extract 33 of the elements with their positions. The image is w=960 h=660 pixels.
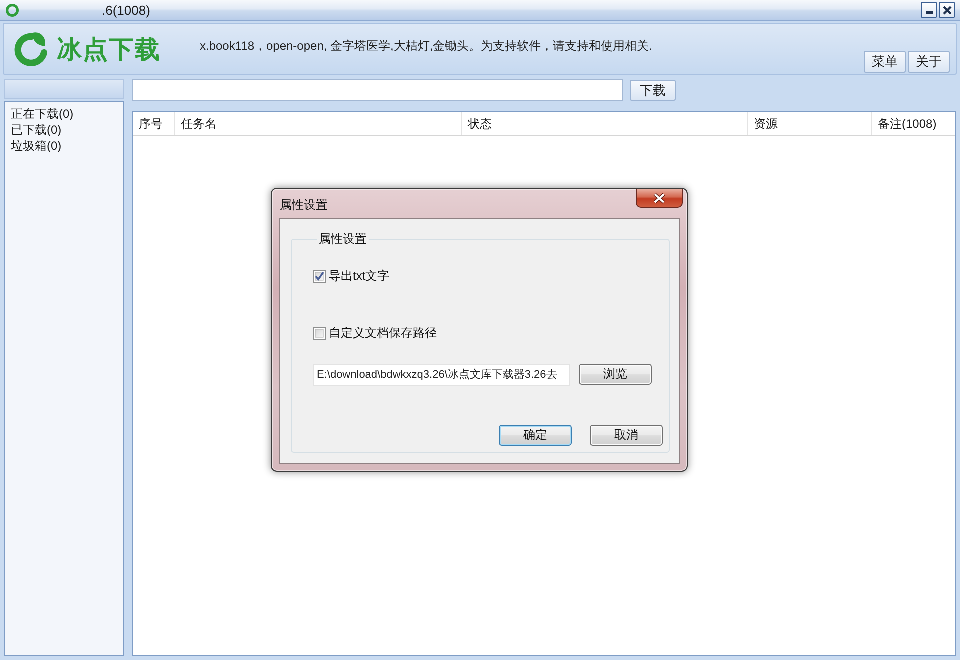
dialog-close-button[interactable] [636, 189, 683, 208]
window-title: .6(1008) [102, 2, 150, 18]
download-button[interactable]: 下载 [630, 80, 676, 101]
column-header[interactable]: 状态 [462, 112, 748, 135]
dialog-button[interactable]: 取消 [590, 425, 663, 446]
close-icon [653, 192, 666, 204]
header-button[interactable]: 菜单 [864, 51, 906, 73]
group-label: 属性设置 [318, 231, 368, 248]
dialog-button[interactable]: 确定 [499, 425, 572, 446]
checkbox[interactable] [313, 327, 326, 340]
sidebar-item[interactable]: 正在下载(0) [11, 106, 74, 122]
close-icon [942, 6, 952, 14]
browse-button[interactable]: 浏览 [579, 364, 652, 385]
url-input-field[interactable] [132, 79, 623, 101]
column-header[interactable]: 任务名 [175, 112, 462, 135]
sidebar-item[interactable]: 已下载(0) [11, 122, 62, 138]
path-input-field[interactable]: E:\download\bdwkxzq3.26\冰点文库下载器3.26去 [313, 364, 570, 386]
dialog-title: 属性设置 [280, 197, 328, 214]
logo-text: 冰点下载 [57, 34, 161, 66]
column-header[interactable]: 备注(1008) [872, 112, 955, 135]
column-header[interactable]: 序号 [133, 112, 175, 135]
logo-icon [14, 30, 48, 68]
column-header[interactable]: 资源 [748, 112, 872, 135]
app-icon [6, 4, 19, 16]
sidebar-item[interactable]: 垃圾箱(0) [11, 138, 62, 154]
minimize-button[interactable] [921, 2, 937, 18]
option-label: 自定义文档保存路径 [329, 325, 437, 342]
option-label: 导出txt文字 [329, 268, 390, 285]
close-button[interactable] [939, 2, 955, 18]
checkbox[interactable] [313, 270, 326, 283]
minimize-icon [926, 11, 932, 14]
header-button[interactable]: 关于 [908, 51, 950, 73]
notice-text: x.book118，open-open, 金字塔医学,大桔灯,金锄头。为支持软件，请支持和使用相关. [200, 38, 653, 55]
